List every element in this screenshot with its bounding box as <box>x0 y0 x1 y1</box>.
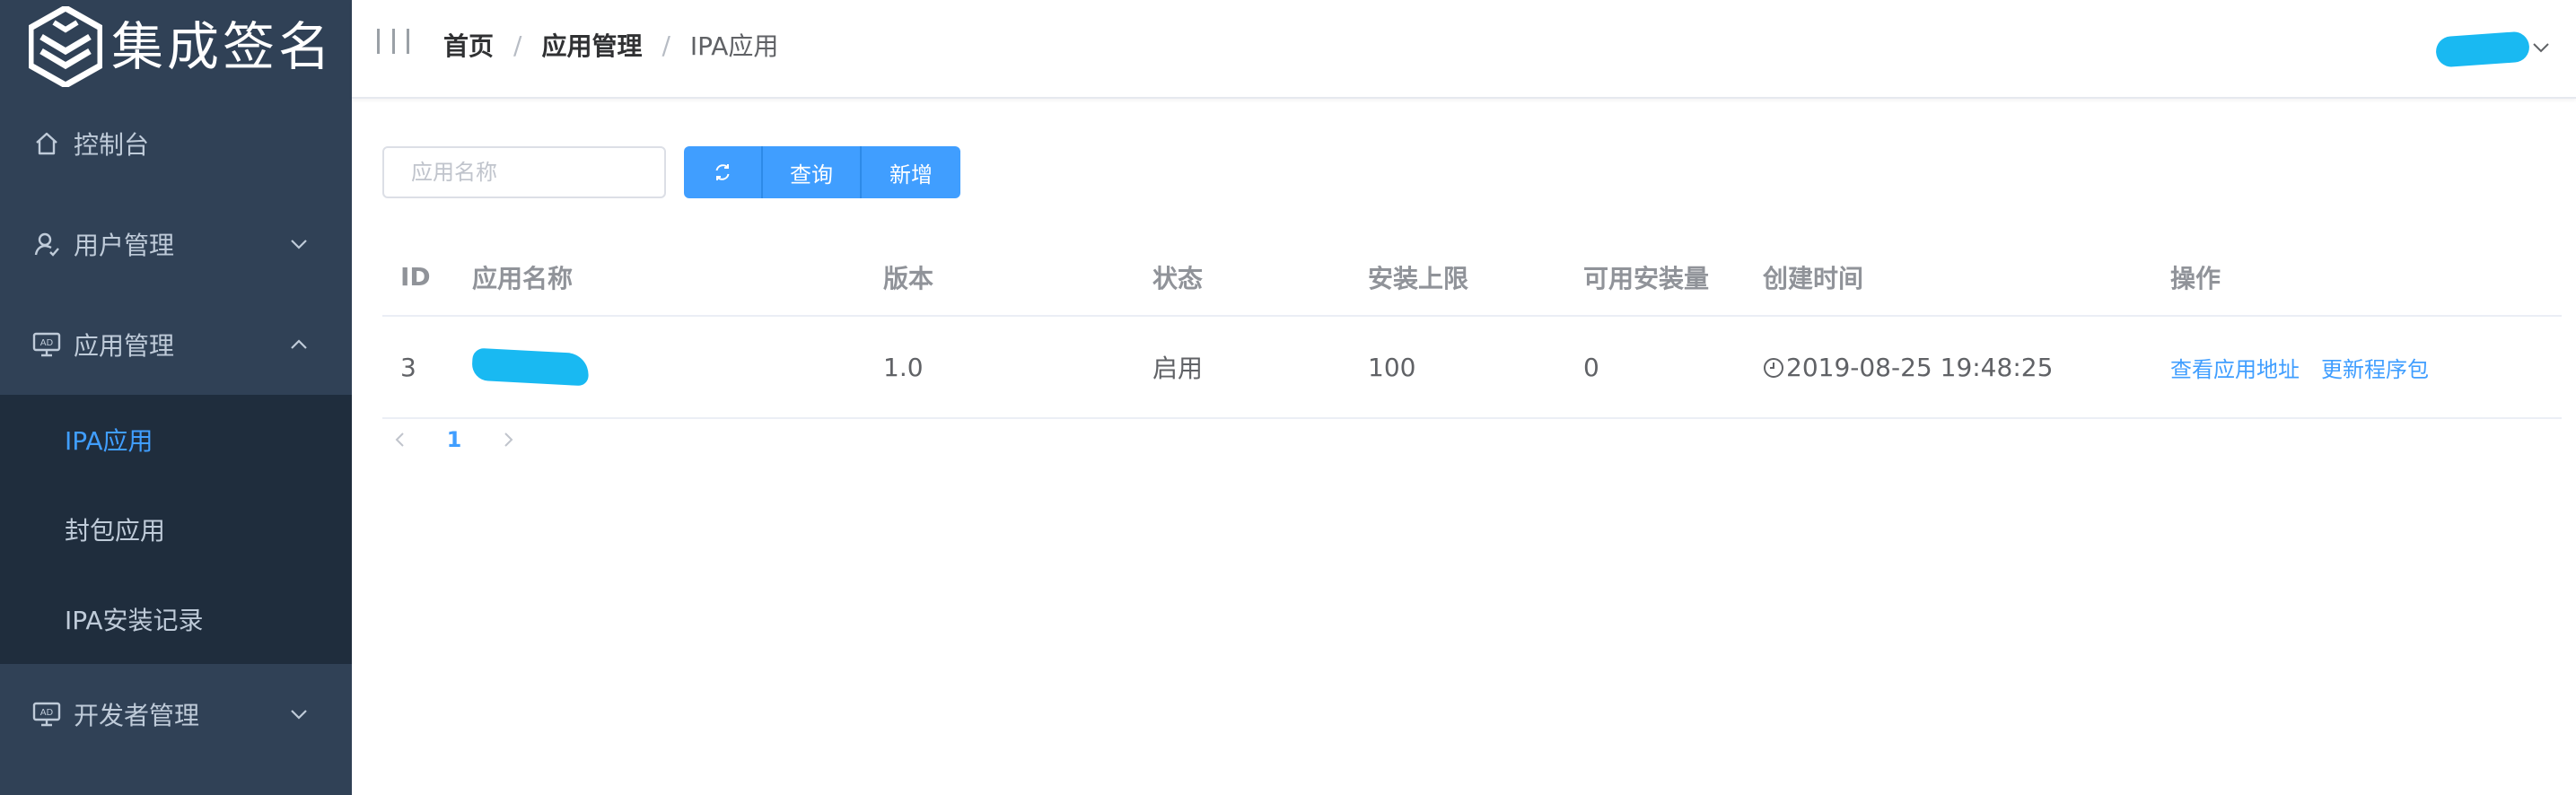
chevron-left-icon <box>395 432 404 447</box>
pagination: 1 <box>382 422 526 458</box>
table-row: 3 1.0 启用 100 0 2019-08-25 19:48:25 查看应用地… <box>382 316 2562 419</box>
next-page-button[interactable] <box>490 422 526 458</box>
sidebar-item-app-management[interactable]: AD 应用管理 <box>0 294 352 395</box>
ad-icon: AD <box>31 328 63 361</box>
cell-actions: 查看应用地址 更新程序包 <box>2152 316 2562 419</box>
breadcrumb-app-management[interactable]: 应用管理 <box>541 27 642 63</box>
sidebar-item-label: 开发者管理 <box>74 701 200 730</box>
sidebar-item-ipa-install-records[interactable]: IPA安装记录 <box>0 574 352 664</box>
chevron-up-icon <box>291 339 307 349</box>
ipa-app-table: ID 应用名称 版本 状态 安装上限 可用安装量 创建时间 操作 3 1.0 启… <box>382 239 2562 419</box>
sidebar-item-label: 应用管理 <box>74 331 175 361</box>
cell-install-limit: 100 <box>1350 316 1565 419</box>
app-name-search-input[interactable] <box>382 146 666 198</box>
cube-logo-icon <box>29 6 102 87</box>
cell-available-installs: 0 <box>1565 316 1745 419</box>
refresh-button[interactable] <box>684 146 763 198</box>
chevron-down-icon[interactable] <box>2531 38 2551 57</box>
sidebar-item-dashboard[interactable]: 控制台 <box>0 93 352 194</box>
prev-page-button[interactable] <box>382 422 418 458</box>
user-icon <box>31 228 63 260</box>
update-package-link[interactable]: 更新程序包 <box>2321 357 2429 382</box>
cell-status: 启用 <box>1135 316 1350 419</box>
sidebar-item-label: 控制台 <box>74 130 150 160</box>
breadcrumb-separator: / <box>662 30 670 60</box>
chevron-right-icon <box>504 432 513 447</box>
cell-id: 3 <box>382 316 454 419</box>
breadcrumb: 首页 / 应用管理 / IPA应用 <box>443 27 778 63</box>
page-number-current[interactable]: 1 <box>418 427 490 452</box>
query-button[interactable]: 查询 <box>763 146 862 198</box>
hamburger-icon[interactable] <box>377 29 409 54</box>
cell-version: 1.0 <box>865 316 1135 419</box>
breadcrumb-current: IPA应用 <box>689 31 779 61</box>
breadcrumb-separator: / <box>513 30 522 60</box>
clock-icon <box>1764 357 1783 378</box>
sidebar-item-ipa-apps[interactable]: IPA应用 <box>0 395 352 485</box>
top-navbar: 首页 / 应用管理 / IPA应用 <box>352 0 2576 99</box>
sidebar: 集成签名 控制台 用户管理 AD 应用管理 IPA应用 封包应用 IPA安装记录… <box>0 0 352 795</box>
chevron-down-icon <box>291 240 307 249</box>
refresh-icon <box>715 164 730 180</box>
sidebar-item-user-management[interactable]: 用户管理 <box>0 194 352 294</box>
column-header-actions: 操作 <box>2152 239 2562 317</box>
view-app-url-link[interactable]: 查看应用地址 <box>2170 357 2300 382</box>
column-header-app-name: 应用名称 <box>454 239 865 317</box>
main-content: 查询 新增 ID 应用名称 版本 状态 安装上限 可用安装量 创建时间 操作 3… <box>352 100 2576 795</box>
redacted-app-name <box>471 347 590 387</box>
created-time-text: 2019-08-25 19:48:25 <box>1786 352 2054 382</box>
chevron-down-icon <box>291 710 307 720</box>
svg-text:AD: AD <box>40 708 54 718</box>
sidebar-item-label: 用户管理 <box>74 231 175 260</box>
column-header-install-limit: 安装上限 <box>1350 239 1565 317</box>
sidebar-item-packaged-apps[interactable]: 封包应用 <box>0 485 352 574</box>
home-icon <box>31 127 63 160</box>
column-header-version: 版本 <box>865 239 1135 317</box>
brand-name: 集成签名 <box>111 16 335 77</box>
column-header-created-time: 创建时间 <box>1745 239 2152 317</box>
svg-text:AD: AD <box>40 338 54 348</box>
column-header-available-installs: 可用安装量 <box>1565 239 1745 317</box>
breadcrumb-home[interactable]: 首页 <box>443 27 494 63</box>
cell-created-time: 2019-08-25 19:48:25 <box>1745 316 2152 419</box>
add-button[interactable]: 新增 <box>862 146 960 198</box>
ad-icon: AD <box>31 698 63 730</box>
avatar[interactable] <box>2434 31 2531 68</box>
brand-logo[interactable]: 集成签名 <box>0 0 352 93</box>
toolbar-button-group: 查询 新增 <box>684 146 960 198</box>
table-header-row: ID 应用名称 版本 状态 安装上限 可用安装量 创建时间 操作 <box>382 239 2562 317</box>
column-header-id: ID <box>382 239 454 317</box>
submenu-app-management: IPA应用 封包应用 IPA安装记录 <box>0 395 352 664</box>
column-header-status: 状态 <box>1135 239 1350 317</box>
cell-app-name <box>454 316 865 419</box>
sidebar-item-developer-management[interactable]: AD 开发者管理 <box>0 664 352 764</box>
